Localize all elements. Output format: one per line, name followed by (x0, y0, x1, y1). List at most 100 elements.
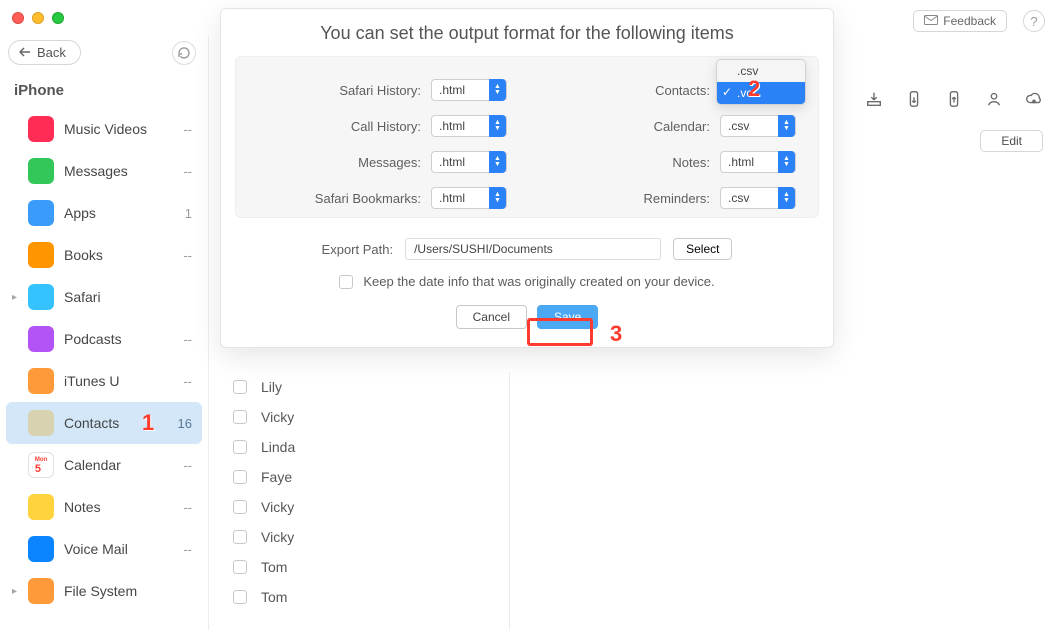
safari-history-label: Safari History: (339, 83, 421, 98)
back-button[interactable]: Back (8, 40, 81, 65)
select-path-button[interactable]: Select (673, 238, 732, 260)
contact-checkbox[interactable] (233, 530, 247, 544)
itunes-u-icon (28, 368, 54, 394)
apps-icon (28, 200, 54, 226)
edit-button[interactable]: Edit (980, 130, 1043, 152)
sidebar-item-label: Messages (64, 163, 128, 179)
contact-name: Vicky (261, 499, 294, 515)
toolbar-icons (865, 90, 1043, 111)
import-icon[interactable] (865, 90, 883, 111)
sidebar-item-voice-mail[interactable]: Voice Mail-- (6, 528, 202, 570)
contact-checkbox[interactable] (233, 410, 247, 424)
sidebar-item-books[interactable]: Books-- (6, 234, 202, 276)
messages-icon (28, 158, 54, 184)
contact-name: Linda (261, 439, 295, 455)
voice-mail-icon (28, 536, 54, 562)
contact-checkbox[interactable] (233, 470, 247, 484)
calendar-icon: Mon5 (28, 452, 54, 478)
contact-row[interactable]: Tom (233, 552, 499, 582)
sidebar-item-label: Podcasts (64, 331, 122, 347)
messages-select[interactable]: .html▲▼ (431, 151, 507, 173)
contacts-icon (28, 410, 54, 436)
sidebar-item-label: Voice Mail (64, 541, 128, 557)
sidebar-item-badge: 1 (185, 206, 192, 221)
contact-name: Tom (261, 559, 287, 575)
notes-icon (28, 494, 54, 520)
sidebar-item-calendar[interactable]: Mon5Calendar-- (6, 444, 202, 486)
contact-row[interactable]: Vicky (233, 492, 499, 522)
chevron-updown-icon: ▲▼ (778, 151, 795, 173)
safari-history-select[interactable]: .html▲▼ (431, 79, 507, 101)
sidebar-item-itunes-u[interactable]: iTunes U-- (6, 360, 202, 402)
safari-icon (28, 284, 54, 310)
sidebar-item-podcasts[interactable]: Podcasts -- (6, 318, 202, 360)
save-button[interactable]: Save (537, 305, 598, 329)
contact-checkbox[interactable] (233, 380, 247, 394)
contact-checkbox[interactable] (233, 440, 247, 454)
sidebar-item-badge: -- (183, 458, 192, 473)
contact-list: Lily Vicky Linda Faye Vicky Vicky Tom Tom (233, 372, 499, 612)
podcasts-icon (28, 326, 54, 352)
sidebar-item-music-videos[interactable]: Music Videos-- (6, 108, 202, 150)
contact-row[interactable]: Lily (233, 372, 499, 402)
sidebar-item-label: Music Videos (64, 121, 147, 137)
contact-row[interactable]: Vicky (233, 522, 499, 552)
vertical-separator (509, 372, 510, 630)
sidebar-item-apps[interactable]: Apps 1 (6, 192, 202, 234)
chevron-updown-icon: ▲▼ (778, 187, 795, 209)
reminders-label: Reminders: (644, 191, 710, 206)
mail-icon (924, 14, 938, 28)
calendar-select[interactable]: .csv▲▼ (720, 115, 796, 137)
contact-row[interactable]: Faye (233, 462, 499, 492)
back-label: Back (37, 45, 66, 60)
chevron-updown-icon: ▲▼ (489, 187, 506, 209)
refresh-button[interactable] (172, 41, 196, 65)
safari-bookmarks-select[interactable]: .html▲▼ (431, 187, 507, 209)
calendar-label: Calendar: (654, 119, 710, 134)
sidebar-item-file-system[interactable]: ▸File System (6, 570, 202, 612)
window-traffic-lights[interactable] (12, 12, 64, 24)
cloud-icon[interactable] (1025, 90, 1043, 111)
reminders-select[interactable]: .csv▲▼ (720, 187, 796, 209)
contact-row[interactable]: Tom (233, 582, 499, 612)
chevron-updown-icon: ▲▼ (778, 115, 795, 137)
sidebar-item-notes[interactable]: Notes-- (6, 486, 202, 528)
modal-title: You can set the output format for the fo… (221, 9, 833, 56)
sidebar-item-badge: -- (183, 164, 192, 179)
dropdown-option[interactable]: .csv (717, 60, 805, 82)
close-icon[interactable] (12, 12, 24, 24)
sidebar-item-label: Safari (64, 289, 101, 305)
keep-date-checkbox[interactable] (339, 275, 353, 289)
contact-checkbox[interactable] (233, 590, 247, 604)
sidebar-item-badge: 16 (178, 416, 192, 431)
maximize-icon[interactable] (52, 12, 64, 24)
user-icon[interactable] (985, 90, 1003, 111)
notes-select[interactable]: .html▲▼ (720, 151, 796, 173)
sidebar-item-badge: -- (183, 248, 192, 263)
export-path-input[interactable] (405, 238, 661, 260)
sidebar-item-label: Apps (64, 205, 96, 221)
minimize-icon[interactable] (32, 12, 44, 24)
sidebar-item-safari[interactable]: ▸Safari (6, 276, 202, 318)
sidebar-item-messages[interactable]: Messages -- (6, 150, 202, 192)
sidebar-item-label: File System (64, 583, 137, 599)
contact-name: Lily (261, 379, 282, 395)
feedback-button[interactable]: Feedback (913, 10, 1007, 32)
export-path-label: Export Path: (322, 242, 394, 257)
call-history-select[interactable]: .html▲▼ (431, 115, 507, 137)
output-format-modal: You can set the output format for the fo… (220, 8, 834, 348)
contact-checkbox[interactable] (233, 560, 247, 574)
sidebar-item-contacts[interactable]: Contacts16 (6, 402, 202, 444)
contact-row[interactable]: Linda (233, 432, 499, 462)
contact-row[interactable]: Vicky (233, 402, 499, 432)
sidebar: Music Videos--Messages--Apps1Books--▸Saf… (0, 108, 208, 630)
dropdown-option[interactable]: .vcf (717, 82, 805, 104)
from-device-icon[interactable] (945, 90, 963, 111)
to-device-icon[interactable] (905, 90, 923, 111)
contacts-dropdown[interactable]: .csv .vcf (716, 59, 806, 105)
sidebar-item-badge: -- (183, 500, 192, 515)
help-button[interactable]: ? (1023, 10, 1045, 32)
cancel-button[interactable]: Cancel (456, 305, 527, 329)
contact-checkbox[interactable] (233, 500, 247, 514)
sidebar-item-badge: -- (183, 332, 192, 347)
